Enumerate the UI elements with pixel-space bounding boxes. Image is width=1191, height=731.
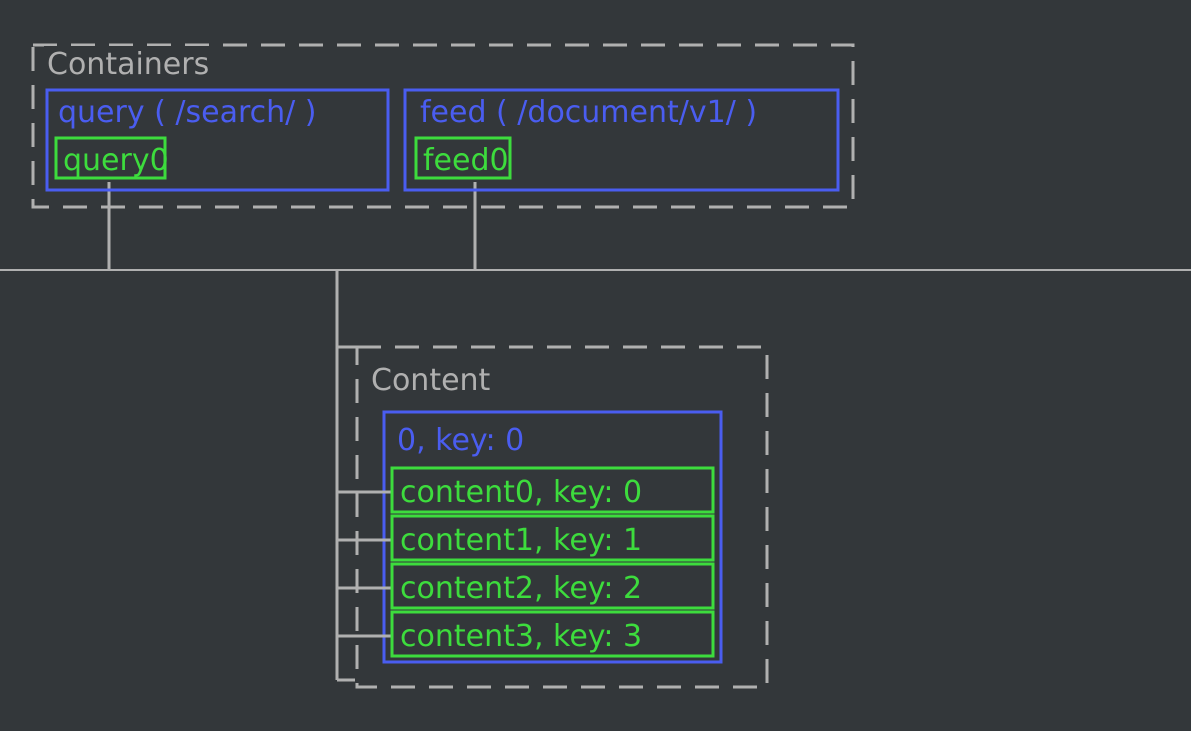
content-row-3-label: content3, key: 3	[400, 619, 642, 654]
content-label: Content	[371, 363, 491, 398]
containers-label: Containers	[47, 47, 209, 82]
content-header: 0, key: 0	[397, 423, 524, 458]
query0-label: query0	[63, 143, 169, 178]
feed-title: feed ( /document/v1/ )	[420, 95, 757, 130]
query-title: query ( /search/ )	[58, 95, 317, 130]
content-row-1-label: content1, key: 1	[400, 523, 642, 558]
content-row-2-label: content2, key: 2	[400, 571, 642, 606]
feed0-label: feed0	[423, 143, 509, 178]
content-row-0-label: content0, key: 0	[400, 475, 642, 510]
